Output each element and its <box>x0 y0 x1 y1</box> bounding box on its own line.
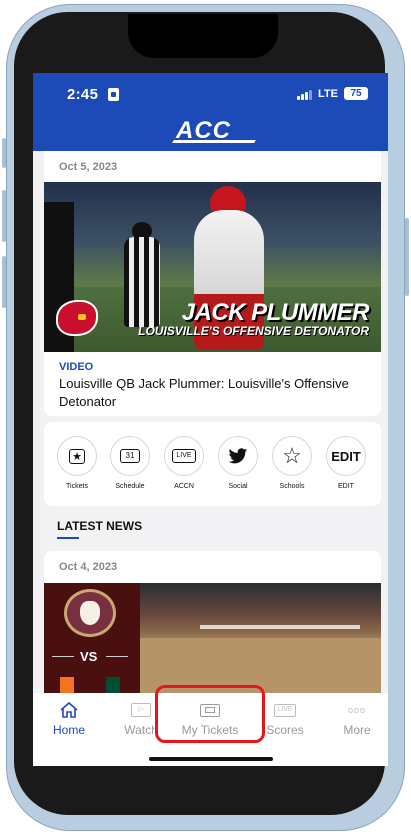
tab-label: Home <box>52 723 85 737</box>
featured-image[interactable]: JACK PLUMMER LOUISVILLE'S OFFENSIVE DETO… <box>44 182 381 352</box>
section-underline <box>57 537 79 539</box>
card-date: Oct 4, 2023 <box>59 561 118 573</box>
video-headline[interactable]: Louisville QB Jack Plummer: Louisville's… <box>59 375 369 411</box>
divider <box>106 656 128 657</box>
power-button <box>405 218 409 296</box>
acc-logo-swoosh <box>172 140 256 143</box>
home-icon <box>39 701 99 719</box>
calendar-icon: 31 <box>110 436 150 476</box>
volume-up-button <box>2 190 6 242</box>
latest-news-title: LATEST NEWS <box>57 519 143 533</box>
quick-link-edit[interactable]: EDIT EDIT <box>320 436 372 490</box>
fsu-seminole-logo <box>64 589 116 637</box>
tab-label: More <box>343 723 371 737</box>
latest-news-card[interactable]: Oct 4, 2023 VS <box>44 551 381 693</box>
home-indicator <box>149 757 273 761</box>
quick-link-label: EDIT <box>338 483 354 490</box>
app-screen: 2:45 LTE 75 ACC Oct 5, 2023 JACK PLUMMER… <box>33 73 388 766</box>
quick-link-schedule[interactable]: 31 Schedule <box>104 436 156 490</box>
mute-switch <box>2 138 6 168</box>
quick-link-accn[interactable]: LIVE ACCN <box>158 436 210 490</box>
live-tv-icon: LIVE <box>164 436 204 476</box>
quick-link-label: Social <box>228 483 248 490</box>
status-time: 2:45 <box>67 86 99 103</box>
app-header: ACC <box>33 117 388 151</box>
divider <box>52 656 74 657</box>
notch <box>128 14 278 58</box>
matchup-graphic: VS <box>44 583 140 693</box>
quick-links-row: ★ Tickets 31 Schedule LIVE ACCN Social ☆… <box>44 422 381 506</box>
my-tickets-highlight-box <box>155 685 265 743</box>
miami-logo-part <box>60 677 74 693</box>
tab-more[interactable]: ooo More <box>327 701 387 737</box>
miami-logo-part <box>106 677 120 693</box>
status-bar: 2:45 LTE 75 <box>33 73 388 117</box>
quick-link-schools[interactable]: ☆ Schools <box>266 436 318 490</box>
referee-figure <box>124 237 160 327</box>
content-feed[interactable]: Oct 5, 2023 JACK PLUMMER LOUISVILLE'S OF… <box>33 151 388 693</box>
quick-link-tickets[interactable]: ★ Tickets <box>51 436 103 490</box>
quick-link-label: Schools <box>279 483 305 490</box>
quick-link-label: Tickets <box>66 483 88 490</box>
more-dots-icon: ooo <box>347 705 367 715</box>
edit-text-icon: EDIT <box>326 436 366 476</box>
featured-video-card[interactable]: Oct 5, 2023 JACK PLUMMER LOUISVILLE'S OF… <box>44 151 381 416</box>
twitter-bird-icon <box>218 436 258 476</box>
volleyball-court-image <box>140 583 381 693</box>
volume-down-button <box>2 256 6 308</box>
battery-icon: 75 <box>344 87 368 100</box>
image-title: JACK PLUMMER <box>181 299 370 326</box>
quick-link-social[interactable]: Social <box>212 436 264 490</box>
network-label: LTE <box>318 88 338 100</box>
vs-label: VS <box>80 649 98 664</box>
quick-link-label: ACCN <box>174 483 194 490</box>
card-date: Oct 5, 2023 <box>59 161 118 173</box>
star-outline-icon: ☆ <box>272 436 312 476</box>
louisville-cardinal-logo <box>56 300 98 336</box>
tab-home[interactable]: Home <box>39 701 99 737</box>
video-tag: VIDEO <box>59 361 94 373</box>
volleyball-net <box>200 625 360 629</box>
lock-icon <box>108 88 119 101</box>
signal-icon <box>297 90 313 100</box>
quick-link-label: Schedule <box>115 483 145 490</box>
ticket-star-icon: ★ <box>57 436 97 476</box>
image-subtitle: LOUISVILLE'S OFFENSIVE DETONATOR <box>138 324 369 338</box>
